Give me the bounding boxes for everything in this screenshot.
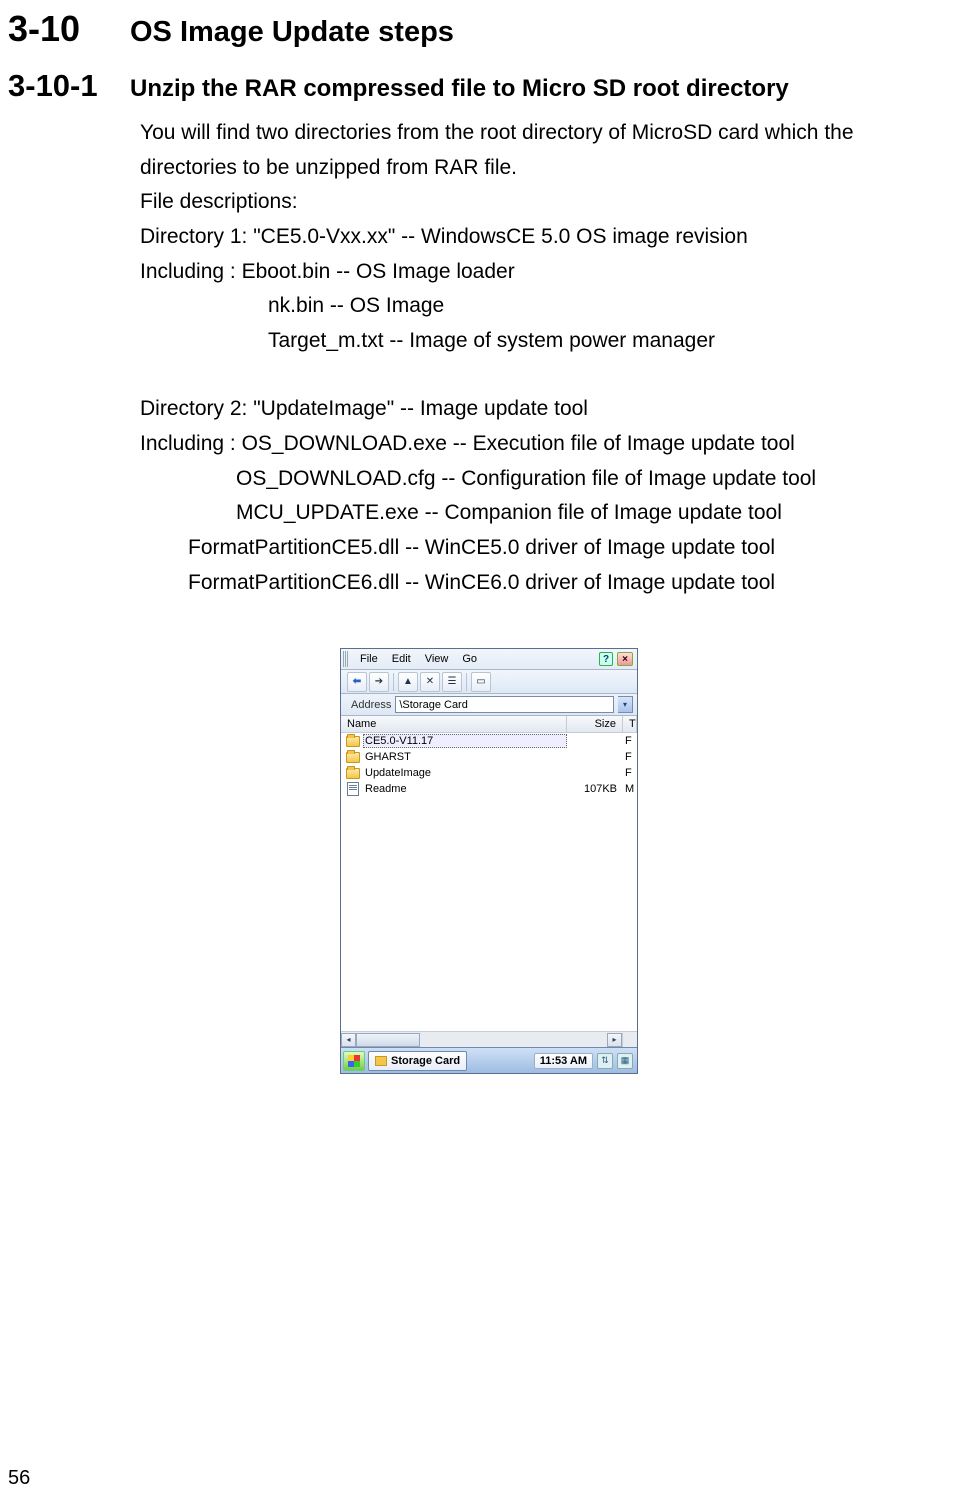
section-number: 3-10 — [8, 8, 130, 50]
list-header: Name Size T — [341, 716, 637, 733]
network-tray-icon[interactable]: ⇅ — [597, 1053, 613, 1069]
separator — [466, 673, 467, 691]
file-descriptions-label: File descriptions: — [140, 185, 970, 220]
intro-line-1: You will find two directories from the r… — [140, 116, 970, 151]
section-title: OS Image Update steps — [130, 16, 454, 49]
file-name: UpdateImage — [363, 767, 567, 779]
column-name[interactable]: Name — [341, 716, 567, 732]
list-item[interactable]: CE5.0-V11.17 F — [341, 733, 637, 749]
toolbar-grip-icon — [343, 651, 349, 667]
directory-1-line: Directory 1: "CE5.0-Vxx.xx" -- WindowsCE… — [140, 220, 970, 255]
subsection-title: Unzip the RAR compressed file to Micro S… — [130, 75, 789, 103]
target-line: Target_m.txt -- Image of system power ma… — [140, 324, 970, 359]
menubar: File Edit View Go ? × — [341, 649, 637, 670]
back-button[interactable]: ⬅ — [347, 672, 367, 692]
close-icon[interactable]: × — [617, 652, 633, 666]
scroll-corner — [622, 1033, 637, 1047]
intro-line-2: directories to be unzipped from RAR file… — [140, 151, 970, 186]
file-type: F — [623, 767, 637, 779]
system-tray: 11:53 AM ⇅ ▦ — [534, 1053, 635, 1069]
clock[interactable]: 11:53 AM — [534, 1053, 593, 1069]
cfg-line: OS_DOWNLOAD.cfg -- Configuration file of… — [140, 462, 970, 497]
including-1-line: Including : Eboot.bin -- OS Image loader — [140, 255, 970, 290]
address-label: Address — [349, 699, 391, 711]
folder-icon — [375, 1056, 387, 1066]
taskbar-button[interactable]: Storage Card — [368, 1051, 467, 1071]
file-name: Readme — [363, 783, 567, 795]
menu-go[interactable]: Go — [455, 652, 484, 666]
properties-button[interactable]: ☰ — [442, 672, 462, 692]
file-name: GHARST — [363, 751, 567, 763]
separator — [393, 673, 394, 691]
taskbar-button-label: Storage Card — [391, 1055, 460, 1067]
file-type: M — [623, 783, 637, 795]
windows-flag-icon — [348, 1055, 360, 1067]
wince-explorer-window: File Edit View Go ? × ⬅ ➔ ▲ ✕ ☰ ▭ Addres… — [340, 648, 638, 1074]
views-button[interactable]: ▭ — [471, 672, 491, 692]
column-type[interactable]: T — [623, 716, 637, 732]
file-size: 107KB — [567, 783, 623, 795]
address-input[interactable]: \Storage Card — [395, 696, 614, 713]
body-text: You will find two directories from the r… — [140, 116, 970, 600]
list-item[interactable]: UpdateImage F — [341, 765, 637, 781]
including-2-line: Including : OS_DOWNLOAD.exe -- Execution… — [140, 427, 970, 462]
nk-line: nk.bin -- OS Image — [140, 289, 970, 324]
desktop-tray-icon[interactable]: ▦ — [617, 1053, 633, 1069]
horizontal-scrollbar[interactable]: ◂ ▸ — [341, 1031, 637, 1047]
mcu-line: MCU_UPDATE.exe -- Companion file of Imag… — [140, 496, 970, 531]
delete-button[interactable]: ✕ — [420, 672, 440, 692]
menu-edit[interactable]: Edit — [385, 652, 418, 666]
scroll-thumb[interactable] — [356, 1033, 420, 1047]
document-icon — [345, 782, 361, 796]
scroll-left-icon[interactable]: ◂ — [341, 1033, 356, 1047]
folder-icon — [345, 734, 361, 748]
scroll-right-icon[interactable]: ▸ — [607, 1033, 622, 1047]
column-size[interactable]: Size — [567, 716, 623, 732]
directory-2-line: Directory 2: "UpdateImage" -- Image upda… — [140, 392, 970, 427]
file-type: F — [623, 735, 637, 747]
address-dropdown-icon[interactable]: ▾ — [618, 696, 633, 713]
start-button[interactable] — [343, 1051, 365, 1071]
help-icon[interactable]: ? — [599, 652, 613, 666]
fp5-line: FormatPartitionCE5.dll -- WinCE5.0 drive… — [140, 531, 970, 566]
subsection-number: 3-10-1 — [8, 68, 130, 104]
list-item[interactable]: Readme 107KB M — [341, 781, 637, 797]
folder-icon — [345, 766, 361, 780]
file-name: CE5.0-V11.17 — [363, 734, 567, 748]
page-number: 56 — [8, 1467, 30, 1490]
menu-view[interactable]: View — [418, 652, 456, 666]
folder-icon — [345, 750, 361, 764]
taskbar: Storage Card 11:53 AM ⇅ ▦ — [341, 1047, 637, 1073]
menu-file[interactable]: File — [353, 652, 385, 666]
forward-button[interactable]: ➔ — [369, 672, 389, 692]
up-button[interactable]: ▲ — [398, 672, 418, 692]
file-type: F — [623, 751, 637, 763]
list-item[interactable]: GHARST F — [341, 749, 637, 765]
fp6-line: FormatPartitionCE6.dll -- WinCE6.0 drive… — [140, 566, 970, 601]
address-bar: Address \Storage Card ▾ — [341, 694, 637, 716]
file-list[interactable]: CE5.0-V11.17 F GHARST F UpdateImage F Re… — [341, 733, 637, 1031]
toolbar: ⬅ ➔ ▲ ✕ ☰ ▭ — [341, 670, 637, 694]
